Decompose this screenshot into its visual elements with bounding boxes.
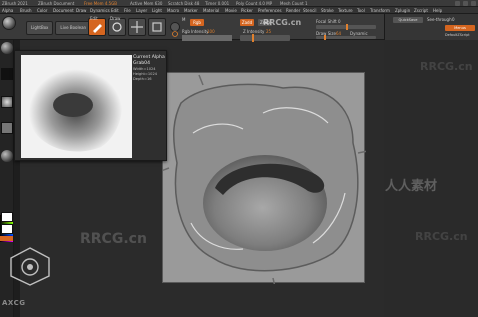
rgb-toggle[interactable]: Rgb — [190, 19, 204, 26]
edit-pen-icon — [93, 24, 102, 33]
alpha-popup: Current Alpha Grab04 Width=1024 Height=1… — [14, 50, 167, 161]
move-icon — [131, 21, 143, 33]
mrgb-label: M — [182, 17, 186, 22]
title-app: ZBrush 2021 — [2, 1, 28, 6]
menu-marker[interactable]: Marker — [184, 7, 198, 14]
lightbox-button[interactable]: LightBox — [26, 21, 54, 35]
draw-brush-icon — [112, 22, 122, 32]
menu-dynamics[interactable]: Dynamics — [90, 7, 110, 14]
menu-render[interactable]: Render — [286, 7, 300, 14]
menu-texture[interactable]: Texture — [338, 7, 353, 14]
menu-movie[interactable]: Movie — [225, 7, 237, 14]
draw-size-slider[interactable] — [316, 35, 376, 40]
zadd-toggle[interactable]: Zadd — [240, 19, 254, 26]
sculpt-surface — [160, 74, 369, 288]
axcg-logo: AXCG — [2, 299, 26, 307]
menu-macro[interactable]: Macro — [167, 7, 179, 14]
menu-color[interactable]: Color — [37, 7, 47, 14]
right-shelf: QuickSave See-through 0 Menus DefaultZSc… — [384, 14, 478, 40]
tray-tabs: LightBox Live Boolean — [26, 21, 92, 35]
window-controls — [455, 1, 476, 6]
menu-alpha[interactable]: Alpha — [2, 7, 13, 14]
menu-document[interactable]: Document — [53, 7, 74, 14]
watermark-right: RRCG.cn — [420, 60, 473, 73]
rotate-icon — [172, 31, 178, 37]
title-bar: ZBrush 2021 ZBrush Document Free Mem 4.5… — [0, 0, 478, 7]
brush-thumbnail-icon[interactable] — [1, 42, 13, 54]
menu-light[interactable]: Light — [152, 7, 162, 14]
texture-thumbnail-icon[interactable] — [1, 122, 13, 134]
menu-edit[interactable]: Edit — [111, 7, 119, 14]
menu-transform[interactable]: Transform — [370, 7, 390, 14]
orange-indicator — [0, 236, 13, 241]
title-active-mem: Active Mem 630 — [130, 1, 163, 6]
watermark-top: RRCG.cn — [263, 18, 302, 27]
menu-stencil[interactable]: Stencil — [303, 7, 317, 14]
draw-label: Draw — [110, 16, 121, 21]
menu-layer[interactable]: Layer — [136, 7, 147, 14]
default-zscript-label[interactable]: DefaultZScript — [445, 33, 470, 37]
menu-zplugin[interactable]: Zplugin — [395, 7, 410, 14]
live-boolean-button[interactable]: Live Boolean — [55, 21, 92, 35]
document-canvas[interactable] — [160, 72, 369, 288]
secondary-color-swatch[interactable] — [1, 224, 13, 234]
menu-file[interactable]: File — [124, 7, 131, 14]
rgb-intensity-value: 100 — [207, 29, 215, 34]
alpha-depth: Depth=16 — [133, 77, 152, 81]
menu-material[interactable]: Material — [203, 7, 219, 14]
minimize-icon[interactable] — [455, 1, 460, 6]
scale-button[interactable] — [148, 18, 166, 36]
z-intensity-value: 25 — [266, 29, 272, 34]
menu-picker[interactable]: Picker — [241, 7, 253, 14]
rgb-intensity-label: Rgb Intensity — [182, 29, 209, 34]
focal-shift-slider[interactable] — [316, 24, 376, 30]
menu-bar: Alpha Brush Color Document Draw Dynamics… — [0, 7, 478, 14]
material-thumbnail-icon[interactable] — [1, 150, 13, 162]
title-poly-count: Poly Count 4.0 MP — [236, 1, 273, 6]
scale-icon — [152, 22, 162, 32]
main-color-swatch[interactable] — [1, 212, 13, 222]
rotate-button[interactable] — [170, 22, 180, 37]
navigation-gizmo-icon[interactable] — [7, 246, 53, 286]
menus-button[interactable]: Menus — [445, 25, 475, 31]
menu-help[interactable]: Help — [433, 7, 442, 14]
tool-sphere-icon[interactable] — [2, 16, 16, 30]
menu-stroke[interactable]: Stroke — [321, 7, 334, 14]
alpha-info: Current Alpha Grab04 Width=1024 Height=1… — [133, 55, 165, 82]
maximize-icon[interactable] — [463, 1, 468, 6]
see-through-value: 0 — [452, 17, 455, 22]
watermark-bottom: RRCG.cn — [80, 231, 147, 247]
focal-shift-label: Focal Shift — [316, 19, 337, 24]
watermark-right-2: RRCG.cn — [415, 230, 468, 243]
title-mesh-count: Mesh Count 1 — [280, 1, 308, 6]
focal-shift-value: 0 — [338, 19, 341, 24]
title-scratch-disk: Scratch Disk 48 — [168, 1, 200, 6]
title-document: ZBrush Document — [38, 1, 75, 6]
edit-label: Edit — [90, 16, 98, 21]
alpha-preview-icon — [29, 65, 123, 152]
alpha-thumbnail[interactable] — [21, 55, 132, 158]
see-through-label: See-through — [427, 17, 452, 22]
alpha-thumbnail-icon[interactable] — [1, 96, 13, 108]
quicksave-button[interactable]: QuickSave — [393, 17, 423, 23]
move-button[interactable] — [128, 18, 146, 36]
watermark-cn-right: 人人素材 — [385, 179, 438, 194]
rgb-intensity-slider[interactable] — [182, 35, 232, 41]
menu-brush[interactable]: Brush — [20, 7, 32, 14]
title-free-mem: Free Mem 4.5GB — [84, 1, 118, 6]
menu-zscript[interactable]: Zscript — [414, 7, 428, 14]
menu-draw[interactable]: Draw — [76, 7, 86, 14]
title-timer: Timer 0.001 — [205, 1, 230, 6]
close-icon[interactable] — [471, 1, 476, 6]
z-intensity-slider[interactable] — [240, 34, 290, 42]
stroke-thumbnail-icon[interactable] — [1, 68, 13, 80]
menu-tool[interactable]: Tool — [357, 7, 365, 14]
menu-preferences[interactable]: Preferences — [258, 7, 282, 14]
